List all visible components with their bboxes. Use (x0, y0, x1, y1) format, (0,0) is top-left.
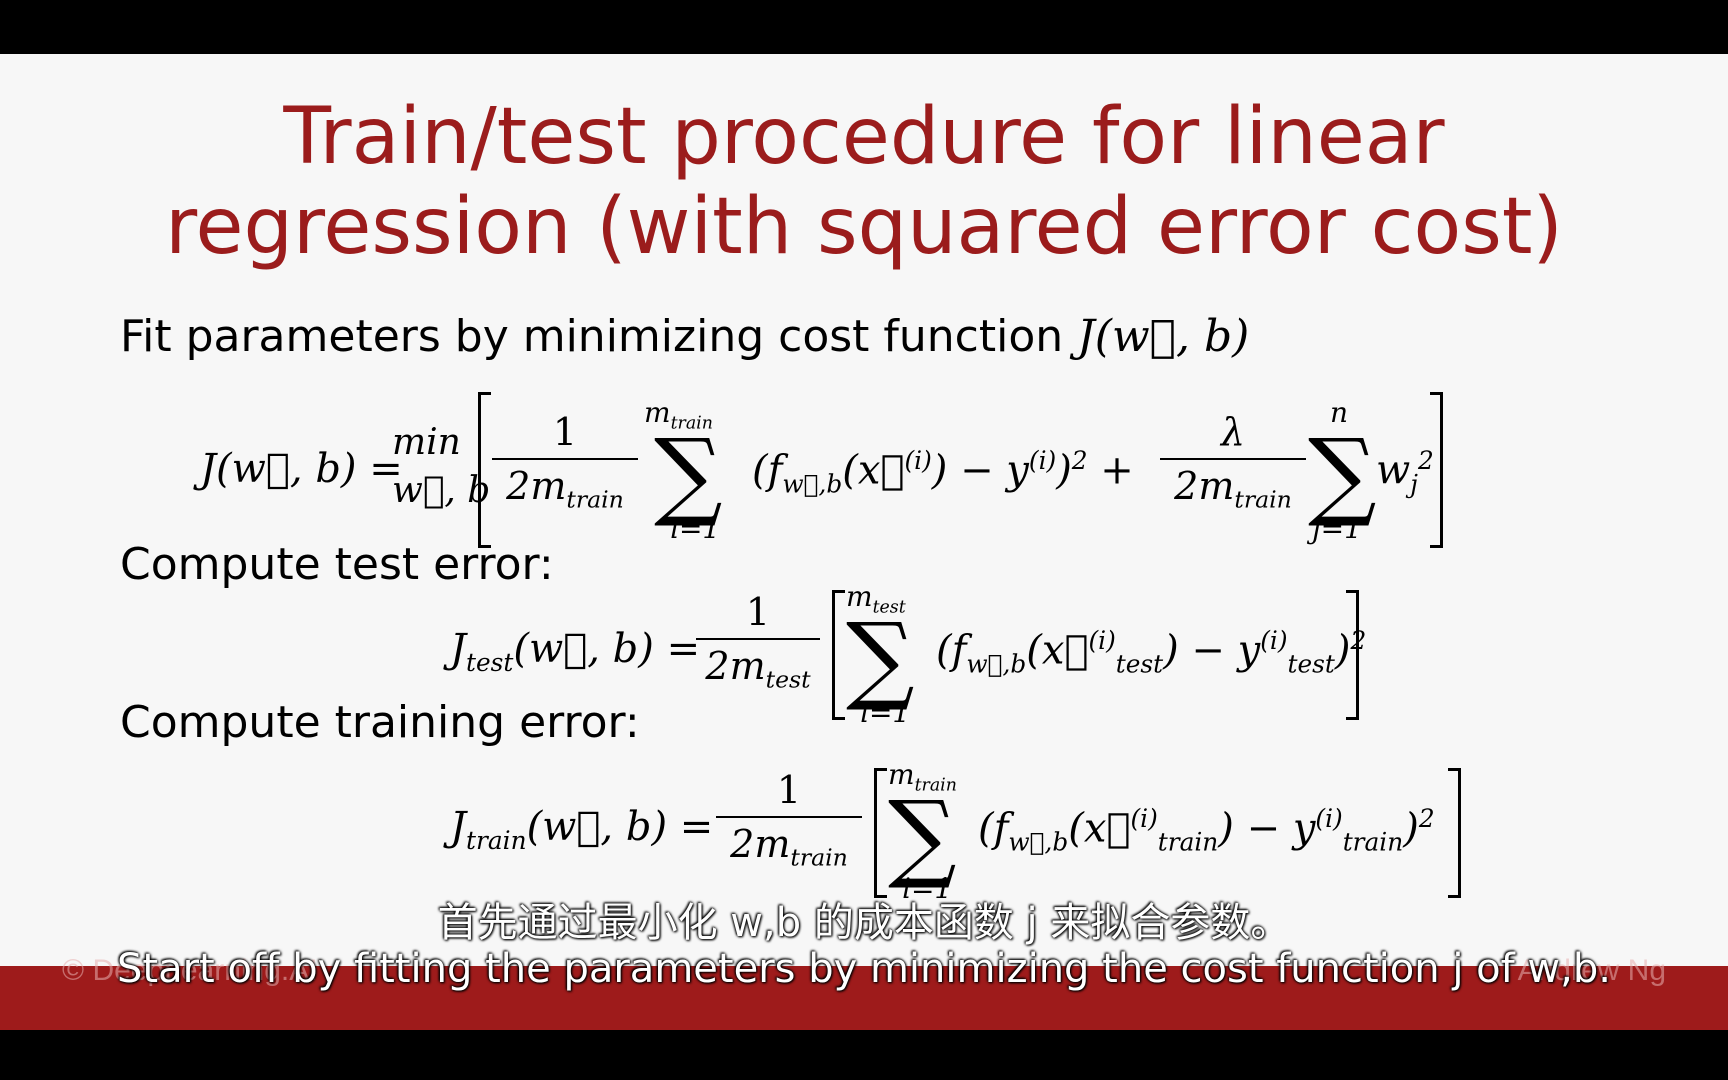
eq1-fraction-1: 1 2mtrain (492, 410, 638, 514)
eq3-lhs-j: J (450, 804, 467, 850)
eq1-term-sup: (i) (904, 446, 932, 475)
eq1-frac2-den: 2mtrain (1160, 464, 1306, 514)
eq1-frac2-den-sub: train (1234, 485, 1292, 514)
lecture-slide: Train/test procedure for linear regressi… (0, 54, 1728, 1030)
eq3-left-bracket (874, 768, 887, 898)
compute-test-error-label: Compute test error: (120, 539, 554, 590)
eq2-sigma: ∑ (846, 602, 915, 714)
eq1-w-sub: j (1410, 469, 1418, 499)
eq2-y-sub: test (1287, 649, 1335, 679)
eq3-minus-y: ) − y (1218, 805, 1316, 852)
eq2-x: (x⃗ (1026, 627, 1089, 674)
eq1-plus: + (1100, 447, 1134, 494)
fit-text: Fit parameters by minimizing cost functi… (120, 311, 1064, 362)
eq3-x-sub: train (1157, 827, 1219, 857)
video-letterbox-bottom (0, 1030, 1728, 1080)
eq1-min: min (392, 422, 461, 463)
eq3-right-bracket (1448, 768, 1461, 898)
eq1-term: (fw⃗,b(x⃗(i)) − y(i))2 + (752, 446, 1134, 498)
eq1-frac1-den-sub: train (566, 485, 624, 514)
compute-training-error-label: Compute training error: (120, 697, 640, 748)
eq1-frac1-den-main: 2m (506, 464, 567, 508)
eq1-square: 2 (1071, 446, 1088, 475)
fit-math: J(w⃗, b) (1077, 311, 1250, 362)
eq3-y-sub: train (1342, 827, 1404, 857)
eq2-fraction: 1 2mtest (696, 590, 820, 694)
eq3-frac-den-main: 2m (730, 822, 791, 866)
eq2-minus-y: ) − y (1163, 627, 1261, 674)
fit-parameters-text: Fit parameters by minimizing cost functi… (120, 310, 1249, 364)
subtitle-english: Start off by fitting the parameters by m… (117, 946, 1611, 992)
eq1-term-sub: w⃗,b (782, 469, 843, 499)
eq1-sigma: ∑ (654, 418, 723, 530)
eq3-lhs-sub: train (466, 826, 527, 855)
eq1-sum-bottom: i=1 (670, 512, 721, 545)
eq2-frac-bar (696, 638, 820, 640)
eq2-body-f: (f (936, 627, 967, 674)
eq2-frac-den-sub: test (765, 665, 811, 694)
eq1-frac2-bar (1160, 458, 1306, 460)
eq1-frac2-num: λ (1220, 410, 1246, 454)
eq2-frac-den-main: 2m (705, 644, 766, 688)
eq1-lhs: J(w⃗, b) = (200, 446, 403, 492)
eq2-body: (fw⃗,b(x⃗(i)test) − y(i)test)2 (936, 626, 1366, 678)
slide-title-line-2: regression (with squared error cost) (165, 182, 1563, 272)
eq2-sum-bottom: i=1 (860, 696, 911, 729)
eq3-frac-bar (716, 816, 862, 818)
eq1-right-bracket (1430, 392, 1443, 548)
eq1-term-x: (x⃗ (842, 447, 905, 494)
eq3-square: 2 (1418, 804, 1435, 833)
eq1-frac2-den-main: 2m (1174, 464, 1235, 508)
eq2-lhs-j: J (450, 626, 467, 672)
eq3-lhs: Jtrain(w⃗, b) = (450, 804, 713, 855)
eq2-frac-num: 1 (745, 590, 771, 634)
eq3-y-sup: (i) (1315, 804, 1343, 833)
eq3-x: (x⃗ (1068, 805, 1131, 852)
eq1-min-under: w⃗, b (392, 470, 491, 511)
eq1-fraction-2: λ 2mtrain (1160, 410, 1306, 514)
video-letterbox-top (0, 0, 1728, 54)
eq1-term-f: (f (752, 447, 783, 494)
eq3-frac-num: 1 (776, 768, 802, 812)
eq1-minus-y: ) − y (931, 447, 1029, 494)
eq1-close: ) (1056, 447, 1072, 494)
slide-title-line-1: Train/test procedure for linear (283, 92, 1445, 182)
eq2-y-sup: (i) (1260, 626, 1288, 655)
eq1-frac1-den: 2mtrain (492, 464, 638, 514)
eq3-close: ) (1403, 805, 1419, 852)
eq3-sigma: ∑ (888, 780, 957, 892)
eq1-sigma-2: ∑ (1308, 418, 1377, 530)
eq3-x-sup: (i) (1130, 804, 1158, 833)
eq1-left-bracket (478, 392, 491, 548)
eq2-lhs-rest: (w⃗, b) = (513, 626, 701, 672)
eq2-body-sub: w⃗,b (966, 649, 1027, 679)
eq2-lhs-sub: test (466, 648, 514, 677)
eq1-w: w (1376, 447, 1411, 494)
eq3-body-sub: w⃗,b (1008, 827, 1069, 857)
eq2-lhs: Jtest(w⃗, b) = (450, 626, 700, 677)
eq3-frac-den: 2mtrain (716, 822, 862, 872)
eq1-y-sup: (i) (1028, 446, 1057, 475)
eq3-body-f: (f (978, 805, 1009, 852)
eq1-w-term: wj2 (1376, 446, 1434, 498)
eq1-sum2-bottom: j=1 (1312, 512, 1362, 545)
eq3-lhs-rest: (w⃗, b) = (526, 804, 714, 850)
eq2-x-sup: (i) (1088, 626, 1116, 655)
eq1-frac1-bar (492, 458, 638, 460)
eq2-left-bracket (832, 590, 845, 720)
eq2-frac-den: 2mtest (696, 644, 820, 694)
eq3-fraction: 1 2mtrain (716, 768, 862, 872)
eq2-x-sub: test (1115, 649, 1164, 679)
eq3-frac-den-sub: train (790, 843, 848, 872)
eq3-body: (fw⃗,b(x⃗(i)train) − y(i)train)2 (978, 804, 1435, 856)
subtitle-chinese: 首先通过最小化 w,b 的成本函数 j 来拟合参数。 (437, 900, 1291, 946)
eq1-frac1-num: 1 (552, 410, 578, 454)
eq2-right-bracket (1346, 590, 1359, 720)
